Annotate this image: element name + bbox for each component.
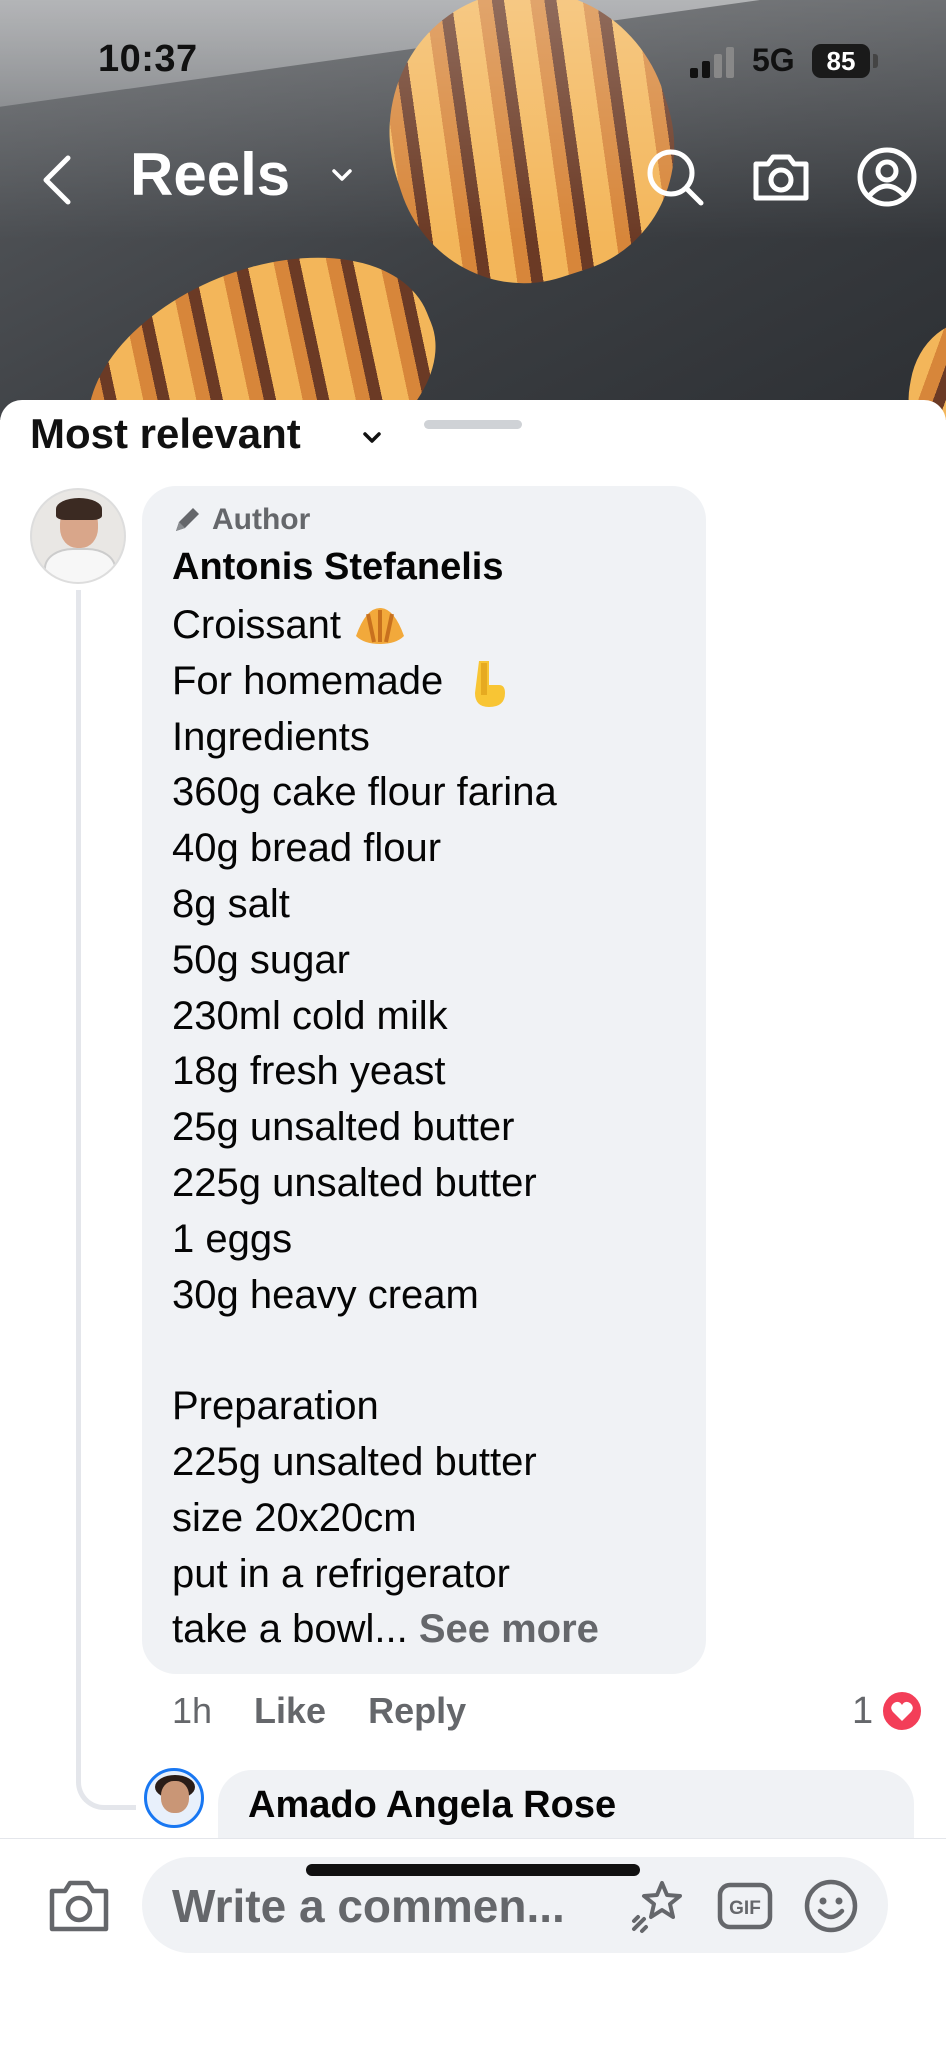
comment-line — [172, 1323, 692, 1379]
comment-line: 8g salt — [172, 881, 290, 926]
thread-connector — [76, 1740, 136, 1810]
comment-line: Ingredients — [172, 714, 370, 759]
comment-line: 30g heavy cream — [172, 1272, 479, 1317]
page-title[interactable]: Reels — [130, 140, 290, 209]
pointing-down-emoji-icon — [475, 661, 506, 708]
comment-text: Croissant For homemade Ingredients 360g … — [172, 598, 692, 1658]
comment-line: size 20x20cm — [172, 1495, 417, 1540]
camera-icon[interactable] — [750, 146, 812, 208]
comment-line: 18g fresh yeast — [172, 1049, 446, 1094]
comment-line: 360g cake flour farina — [172, 770, 557, 815]
search-icon[interactable] — [644, 146, 706, 208]
comment-line: Croissant — [172, 598, 692, 654]
sheet-drag-handle[interactable] — [424, 420, 522, 429]
commenter-name[interactable]: Antonis Stefanelis — [172, 546, 504, 589]
camera-icon[interactable] — [48, 1877, 110, 1933]
comment-timestamp: 1h — [172, 1690, 213, 1731]
see-more-link[interactable]: See more — [419, 1607, 599, 1651]
comment-line: put in a refrigerator — [172, 1551, 510, 1596]
chevron-down-icon[interactable] — [330, 163, 354, 187]
reaction-count[interactable]: 1 — [852, 1688, 924, 1734]
sort-dropdown[interactable]: Most relevant — [30, 410, 301, 458]
heart-icon — [881, 1690, 924, 1732]
comment-line: 230ml cold milk — [172, 993, 448, 1038]
comment-line: take a bowl... See more — [172, 1607, 599, 1652]
author-badge-label: Author — [212, 503, 311, 536]
avatar[interactable] — [144, 1768, 204, 1828]
croissant-emoji-icon — [356, 608, 405, 645]
comment-actions: 1h Like Reply — [172, 1686, 508, 1736]
battery-icon: 85 — [812, 44, 870, 78]
comment-line: 25g unsalted butter — [172, 1105, 515, 1150]
avatar-sticker-icon[interactable] — [628, 1877, 686, 1935]
home-indicator[interactable] — [306, 1864, 640, 1876]
battery-tip — [873, 54, 878, 68]
comment-line: 40g bread flour — [172, 826, 442, 871]
back-arrow-icon[interactable] — [38, 150, 78, 210]
reply-commenter-name[interactable]: Amado Angela Rose — [248, 1784, 616, 1827]
comment-line: Preparation — [172, 1384, 379, 1429]
gif-label: GIF — [729, 1898, 761, 1919]
chevron-down-icon[interactable] — [360, 426, 384, 450]
comments-sheet: Most relevant Author Antonis Stefanelis … — [0, 400, 946, 2048]
comment-line: 50g sugar — [172, 937, 350, 982]
network-label: 5G — [752, 42, 795, 78]
comment-line: 225g unsalted butter — [172, 1439, 537, 1484]
comment-input-placeholder: Write a commen... — [172, 1880, 565, 1932]
author-badge: Author — [172, 500, 310, 540]
comment-line: For homemade — [172, 654, 692, 710]
status-time: 10:37 — [98, 38, 198, 80]
emoji-icon[interactable] — [802, 1877, 860, 1935]
pencil-icon — [176, 508, 199, 531]
comment-bubble[interactable]: Author Antonis Stefanelis Croissant For … — [142, 486, 706, 1674]
comment-line: 225g unsalted butter — [172, 1160, 537, 1205]
comment-line: 1 eggs — [172, 1216, 293, 1261]
reply-button[interactable]: Reply — [368, 1690, 466, 1732]
thread-line — [76, 590, 81, 1740]
avatar[interactable] — [30, 488, 126, 584]
profile-icon[interactable] — [856, 146, 918, 208]
signal-icon — [690, 46, 738, 78]
gif-icon[interactable]: GIF — [716, 1877, 774, 1935]
status-bar: 10:37 5G 85 — [0, 0, 946, 120]
like-button[interactable]: Like — [254, 1690, 326, 1732]
reaction-count-label: 1 — [852, 1689, 874, 1732]
